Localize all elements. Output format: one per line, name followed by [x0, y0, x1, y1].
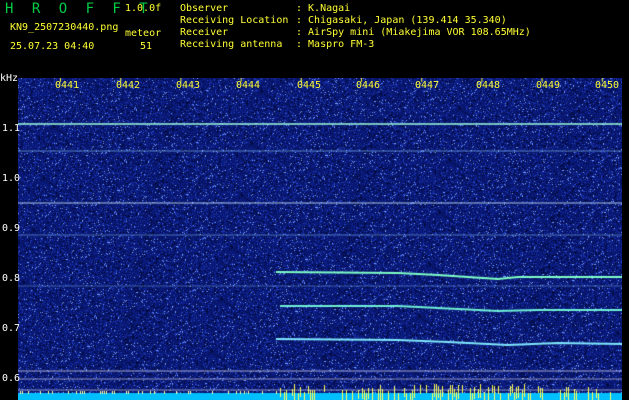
- y-tick-label: 0.7: [2, 323, 21, 334]
- info-label-observer: Observer: [180, 3, 229, 14]
- time-tick-label: 0446: [356, 80, 381, 91]
- time-tick-label: 0442: [116, 80, 141, 91]
- y-tick-label: 1.0: [2, 173, 21, 184]
- info-value-observer: : K.Nagai: [296, 3, 351, 14]
- version-label: 1.0.0f: [125, 3, 162, 14]
- info-value-location: : Chigasaki, Japan (139.414 35.340): [296, 15, 507, 26]
- info-value-antenna: : Maspro FM-3: [296, 39, 375, 50]
- info-label-antenna: Receiving antenna: [180, 39, 283, 50]
- axis-unit-label: kHz: [0, 73, 19, 84]
- info-label-location: Receiving Location: [180, 15, 289, 26]
- time-tick-label: 0449: [536, 80, 561, 91]
- time-tick-label: 0447: [415, 80, 440, 91]
- time-tick-label: 0450: [595, 80, 620, 91]
- meteor-label: meteor: [125, 28, 162, 39]
- info-label-receiver: Receiver: [180, 27, 229, 38]
- y-tick-label: 0.8: [2, 273, 21, 284]
- header-panel: H R O F F T 1.0.0f KN9_2507230440.png me…: [0, 0, 629, 84]
- time-tick-label: 0448: [476, 80, 501, 91]
- time-tick-label: 0443: [176, 80, 201, 91]
- info-value-receiver: : AirSpy mini (Miakejima VOR 108.65MHz): [296, 27, 531, 38]
- meteor-count: 51: [140, 41, 153, 52]
- time-tick-label: 0441: [55, 80, 80, 91]
- y-tick-label: 1.1: [2, 123, 21, 134]
- time-tick-label: 0445: [297, 80, 322, 91]
- y-tick-label: 0.9: [2, 223, 21, 234]
- spectrogram-canvas: [18, 78, 622, 400]
- time-tick-label: 0444: [236, 80, 261, 91]
- filename-label: KN9_2507230440.png: [10, 22, 119, 33]
- datetime-label: 25.07.23 04:40: [10, 41, 95, 52]
- y-tick-label: 0.6: [2, 373, 21, 384]
